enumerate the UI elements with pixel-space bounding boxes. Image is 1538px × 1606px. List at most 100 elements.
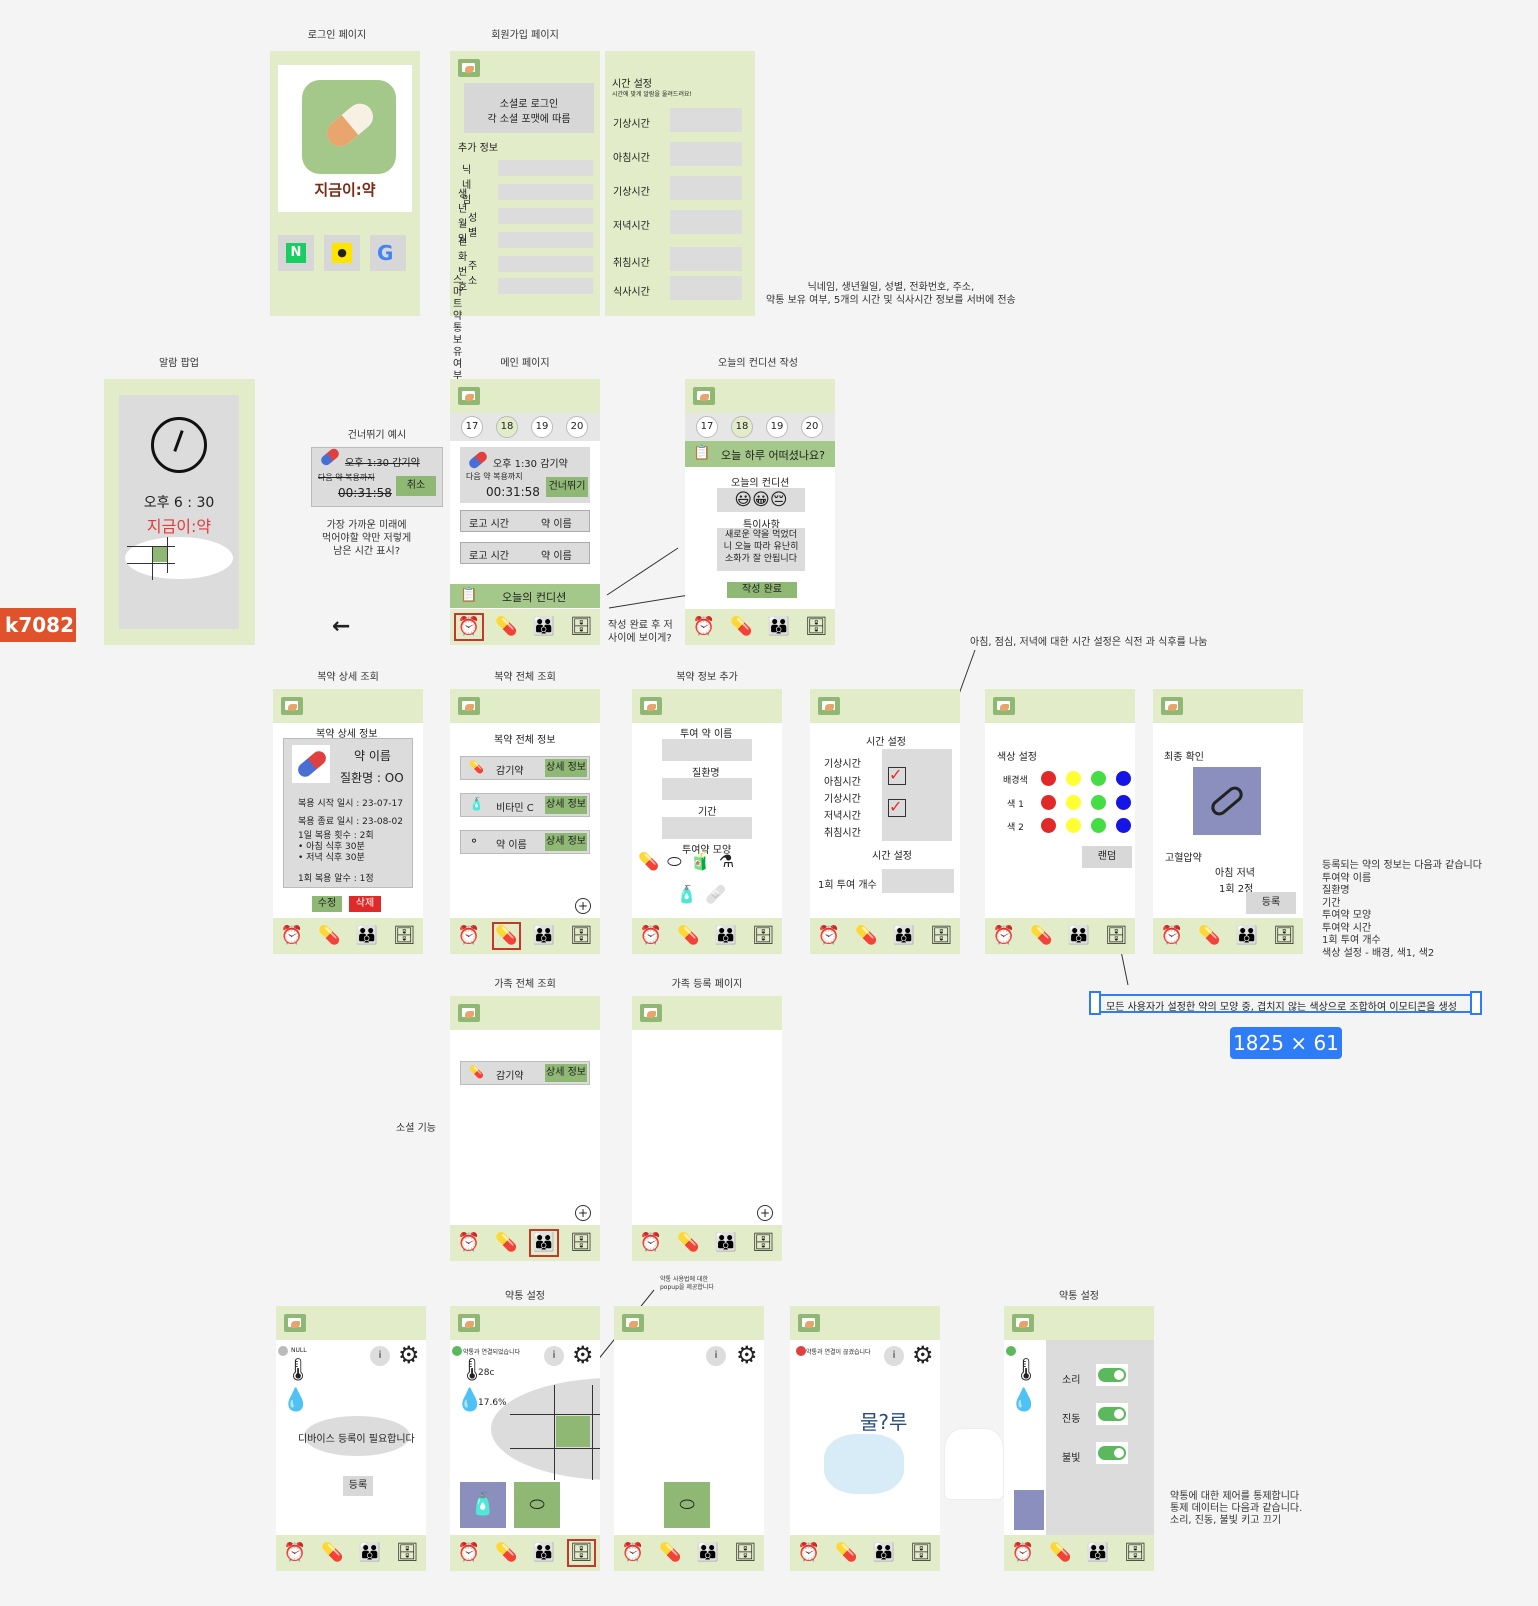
med-list-item[interactable]: 🧴 비타민 C 상세 정보 bbox=[460, 793, 590, 817]
color-red[interactable] bbox=[1041, 771, 1056, 786]
pill-nav-icon[interactable]: 💊 bbox=[1023, 918, 1061, 954]
pillbox-nav-icon[interactable]: 🗄 bbox=[563, 1225, 601, 1261]
color-yellow[interactable] bbox=[1066, 795, 1081, 810]
pillbox-nav-icon[interactable]: 🗄 bbox=[386, 918, 424, 954]
family-nav-icon[interactable]: 👪 bbox=[865, 1535, 903, 1571]
med-bottle-card[interactable] bbox=[1014, 1490, 1044, 1530]
handle[interactable] bbox=[1089, 991, 1101, 1015]
color-blue[interactable] bbox=[1116, 818, 1131, 833]
date-item[interactable]: 19 bbox=[766, 416, 788, 438]
family-nav-icon[interactable]: 👪 bbox=[885, 918, 923, 954]
color-red[interactable] bbox=[1041, 818, 1056, 833]
add-icon[interactable]: + bbox=[575, 1205, 591, 1221]
pillbox-nav-icon[interactable]: 🗄 bbox=[1098, 918, 1136, 954]
family-nav-icon[interactable]: 👪 bbox=[689, 1535, 727, 1571]
pillbox-nav-icon[interactable]: 🗄 bbox=[563, 1535, 601, 1571]
color-blue[interactable] bbox=[1116, 771, 1131, 786]
pillbox-nav-icon[interactable]: 🗄 bbox=[1266, 918, 1304, 954]
gear-icon[interactable]: ⚙ bbox=[572, 1341, 594, 1369]
color-green[interactable] bbox=[1091, 771, 1106, 786]
add-icon[interactable]: + bbox=[575, 898, 591, 914]
alarm-nav-icon[interactable]: ⏰ bbox=[632, 1225, 670, 1261]
disease-field[interactable] bbox=[662, 778, 752, 800]
family-nav-icon[interactable]: 👪 bbox=[1079, 1535, 1117, 1571]
pill-nav-icon[interactable]: 💊 bbox=[828, 1535, 866, 1571]
gear-icon[interactable]: ⚙ bbox=[912, 1341, 934, 1369]
family-nav-icon[interactable]: 👪 bbox=[1228, 918, 1266, 954]
period-field[interactable] bbox=[662, 817, 752, 839]
med-list-item[interactable]: 💊 감기약 상세 정보 bbox=[460, 756, 590, 780]
color-yellow[interactable] bbox=[1066, 771, 1081, 786]
pill-nav-icon[interactable]: 💊 bbox=[670, 1225, 708, 1261]
add-icon[interactable]: + bbox=[757, 1205, 773, 1221]
family-nav-icon[interactable]: 👪 bbox=[1060, 918, 1098, 954]
name-field[interactable] bbox=[662, 739, 752, 761]
date-item[interactable]: 17 bbox=[696, 416, 718, 438]
family-nav-icon[interactable]: 👪 bbox=[707, 1225, 745, 1261]
pillbox-nav-icon[interactable]: 🗄 bbox=[745, 1225, 783, 1261]
pill-nav-icon[interactable]: 💊 bbox=[723, 609, 761, 645]
alarm-nav-icon[interactable]: ⏰ bbox=[450, 1535, 488, 1571]
alarm-nav-icon[interactable]: ⏰ bbox=[685, 609, 723, 645]
vibration-toggle[interactable] bbox=[1098, 1407, 1126, 1421]
pillbox-nav-icon[interactable]: 🗄 bbox=[727, 1535, 765, 1571]
special-text[interactable]: 새로운 약을 먹었더 니 오늘 따라 유난히 소화가 잘 안됩니다 bbox=[717, 528, 805, 571]
pillbox-nav-icon[interactable]: 🗄 bbox=[903, 1535, 941, 1571]
detail-button[interactable]: 상세 정보 bbox=[545, 1064, 587, 1082]
count-field[interactable] bbox=[882, 869, 954, 893]
family-nav-icon[interactable]: 👪 bbox=[525, 918, 563, 954]
color-yellow[interactable] bbox=[1066, 818, 1081, 833]
date-item[interactable]: 18 bbox=[731, 416, 753, 438]
detail-button[interactable]: 상세 정보 bbox=[545, 833, 587, 851]
pill-nav-icon[interactable]: 💊 bbox=[488, 1225, 526, 1261]
pill-card[interactable]: ⬭ bbox=[664, 1482, 710, 1528]
info-icon[interactable]: i bbox=[706, 1346, 726, 1366]
alarm-nav-icon[interactable]: ⏰ bbox=[614, 1535, 652, 1571]
pill-nav-icon[interactable]: 💊 bbox=[652, 1535, 690, 1571]
pillbox-nav-icon[interactable]: 🗄 bbox=[563, 918, 601, 954]
pill-nav-icon[interactable]: 💊 bbox=[1042, 1535, 1080, 1571]
alarm-nav-icon[interactable]: ⏰ bbox=[632, 918, 670, 954]
check-icon[interactable]: ✓ bbox=[888, 767, 906, 785]
random-button[interactable]: 랜덤 bbox=[1082, 846, 1132, 868]
register-button[interactable]: 등록 bbox=[1246, 892, 1296, 914]
selection-box[interactable]: 모든 사용자가 설정한 약의 모양 중, 겹치지 않는 색상으로 조합하여 이모… bbox=[1094, 994, 1476, 1013]
family-nav-icon[interactable]: 👪 bbox=[348, 918, 386, 954]
color-green[interactable] bbox=[1091, 795, 1106, 810]
alarm-nav-icon[interactable]: ⏰ bbox=[276, 1535, 314, 1571]
gear-icon[interactable]: ⚙ bbox=[736, 1341, 758, 1369]
alarm-nav-icon[interactable]: ⏰ bbox=[273, 918, 311, 954]
detail-button[interactable]: 상세 정보 bbox=[545, 796, 587, 814]
pill-slot-icon[interactable] bbox=[556, 1416, 590, 1447]
date-item[interactable]: 20 bbox=[801, 416, 823, 438]
pill-card[interactable]: ⬭ bbox=[514, 1482, 560, 1528]
info-icon[interactable]: i bbox=[544, 1346, 564, 1366]
pill-nav-icon[interactable]: 💊 bbox=[314, 1535, 352, 1571]
family-nav-icon[interactable]: 👪 bbox=[525, 1225, 563, 1261]
family-nav-icon[interactable]: 👪 bbox=[351, 1535, 389, 1571]
done-button[interactable]: 작성 완료 bbox=[727, 582, 797, 598]
pillbox-nav-icon[interactable]: 🗄 bbox=[798, 609, 836, 645]
delete-button[interactable]: 삭제 bbox=[349, 896, 381, 912]
med-bottle-card[interactable]: 🧴 bbox=[460, 1482, 506, 1528]
info-icon[interactable]: i bbox=[370, 1346, 390, 1366]
pill-nav-icon[interactable]: 💊 bbox=[311, 918, 349, 954]
color-green[interactable] bbox=[1091, 818, 1106, 833]
time-picker[interactable]: ✓ ✓ bbox=[882, 749, 952, 841]
sound-toggle[interactable] bbox=[1098, 1368, 1126, 1382]
pill-nav-icon[interactable]: 💊 bbox=[670, 918, 708, 954]
med-list-item[interactable]: ⚬ 약 이름 상세 정보 bbox=[460, 830, 590, 854]
alarm-nav-icon[interactable]: ⏰ bbox=[1004, 1535, 1042, 1571]
register-button[interactable]: 등록 bbox=[343, 1476, 373, 1496]
pill-nav-icon[interactable]: 💊 bbox=[488, 918, 526, 954]
check-icon[interactable]: ✓ bbox=[888, 799, 906, 817]
shape-picker-2[interactable]: 🧴🩹 bbox=[676, 885, 734, 905]
gear-icon[interactable]: ⚙ bbox=[398, 1341, 420, 1369]
light-toggle[interactable] bbox=[1098, 1446, 1126, 1460]
color-blue[interactable] bbox=[1116, 795, 1131, 810]
alarm-nav-icon[interactable]: ⏰ bbox=[810, 918, 848, 954]
family-list-item[interactable]: 💊 감기약 상세 정보 bbox=[460, 1061, 590, 1085]
alarm-nav-icon[interactable]: ⏰ bbox=[985, 918, 1023, 954]
family-nav-icon[interactable]: 👪 bbox=[707, 918, 745, 954]
alarm-nav-icon[interactable]: ⏰ bbox=[790, 1535, 828, 1571]
